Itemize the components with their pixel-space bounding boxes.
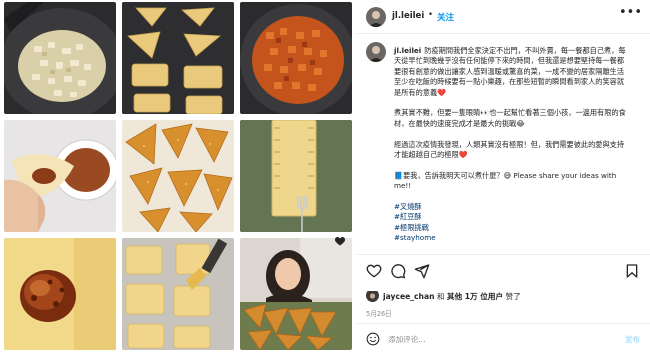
comment-input[interactable] [388,331,588,347]
photo-folded-pastries [122,2,234,114]
caption-text-1: 防疫期間我們全家決定不出門，不叫外賣，每一餐都自己煮，每天從早忙到晚幾乎沒有任何… [394,46,626,97]
caption-avatar[interactable] [366,42,386,62]
caption-paragraph-1: jl.leilei 防疫期間我們全家決定不出門，不叫外賣，每一餐都自己煮，每天從早… [394,46,628,98]
hashtag-link[interactable]: #叉燒酥 [394,202,628,212]
post-comment-button[interactable]: 发布 [625,334,640,345]
comment-bar: 发布 [356,323,650,352]
photo-sauteed-onions [4,2,116,114]
grid-heart-icon [334,232,346,246]
hashtag-link[interactable]: #紅豆酥 [394,212,628,222]
share-icon[interactable] [414,263,430,279]
post-actions: jaycee_chan 和 其他 1万 位用户 赞了 5月26日 发布 [356,254,650,352]
likes-others[interactable]: 其他 1万 位用户 [447,292,503,301]
post-date[interactable]: 5月26日 [366,308,392,318]
caption-username[interactable]: jl.leilei [394,46,421,55]
header-separator: • [428,10,434,20]
photo-brushing-pastries [122,238,234,350]
caption-paragraph-3: 經過這次疫情我發現，人類其實沒有極限！但，我們需要彼此的愛與支持才能超越自己的極… [394,139,625,160]
photo-woman-with-pastries [240,238,352,350]
bookmark-icon[interactable] [624,263,640,279]
heart-icon[interactable] [366,263,382,279]
post-header: jl.leilei • 关注 ••• [356,0,650,34]
photo-red-bean-paste [4,238,116,350]
follow-button[interactable]: 关注 [437,11,454,23]
more-horizontal-icon[interactable]: ••• [619,6,642,20]
caption-body: jl.leilei 防疫期間我們全家決定不出門，不叫外賣，每一餐都自己煮，每天從早… [394,46,628,244]
caption-paragraph-4: 📘要我，告訴我明天可以煮什麼？😅 Please share your ideas… [394,170,617,191]
caption-paragraph-2: 煮其實不難，但要一隻眼睛👀也一起幫忙看著三個小孩，一邊用有限的食材，在最快的速度… [394,108,626,128]
post-side-panel: jl.leilei • 关注 ••• jl.leilei 防疫期間我們全家決定不出… [356,0,650,352]
likes-text: jaycee_chan 和 其他 1万 位用户 赞了 [383,291,521,302]
photo-char-siu-filling [240,2,352,114]
image-grid[interactable] [0,0,356,352]
liker-avatar[interactable] [366,289,379,302]
liker-username[interactable]: jaycee_chan [383,292,434,301]
photo-pastry-strip-fork [240,120,352,232]
comment-icon[interactable] [390,263,406,279]
hashtag-link[interactable]: #極限挑戰 [394,223,628,233]
instagram-post: jl.leilei • 关注 ••• jl.leilei 防疫期間我們全家決定不出… [0,0,650,352]
smiley-icon[interactable] [366,332,380,346]
likes-connector: 和 [436,292,445,301]
hashtag-list: #叉燒酥 #紅豆酥 #極限挑戰 #stayhome [394,202,628,244]
likes-suffix: 赞了 [505,292,521,301]
post-caption: jl.leilei 防疫期間我們全家決定不出門，不叫外賣，每一餐都自己煮，每天從早… [356,38,650,254]
photo-baked-pastries [122,120,234,232]
author-username[interactable]: jl.leilei [392,11,424,21]
hashtag-link[interactable]: #stayhome [394,233,628,243]
likes-summary: jaycee_chan 和 其他 1万 位用户 赞了 [366,288,636,304]
author-avatar[interactable] [366,7,386,27]
photo-folding-wrapper [4,120,116,232]
